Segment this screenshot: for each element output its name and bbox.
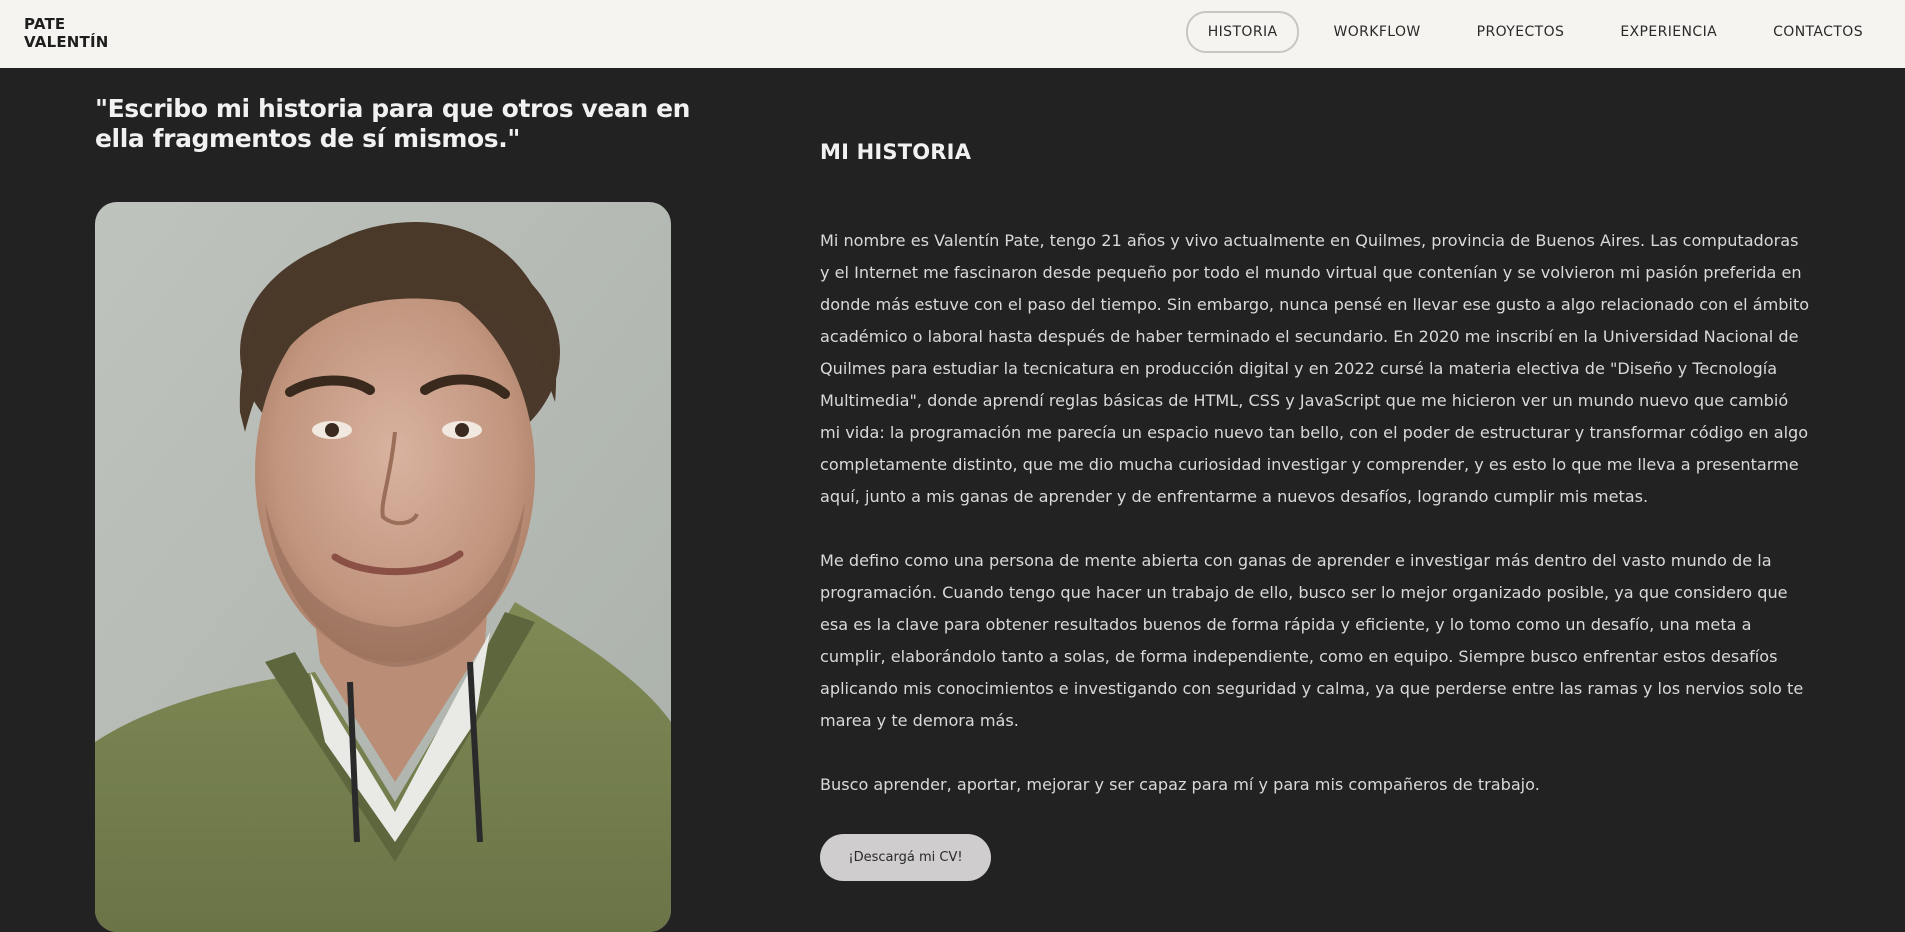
download-cv-button[interactable]: ¡Descargá mi CV! [820,834,991,881]
nav-historia[interactable]: HISTORIA [1185,11,1300,53]
hero-quote: "Escribo mi historia para que otros vean… [95,94,691,153]
nav-workflow[interactable]: WORKFLOW [1311,11,1442,53]
section-title: MI HISTORIA [820,140,972,164]
brand-logo[interactable]: PATE VALENTÍN [24,15,109,51]
nav-contactos[interactable]: CONTACTOS [1751,11,1885,53]
nav-proyectos[interactable]: PROYECTOS [1455,11,1587,53]
brand-line-1: PATE [24,15,66,33]
top-navbar: PATE VALENTÍN HISTORIA WORKFLOW PROYECTO… [0,0,1905,68]
story-paragraph: Busco aprender, aportar, mejorar y ser c… [820,775,1540,794]
story-text: Mi nombre es Valentín Pate, tengo 21 año… [820,225,1810,833]
main-nav: HISTORIA WORKFLOW PROYECTOS EXPERIENCIA … [1185,11,1885,53]
story-paragraph: Mi nombre es Valentín Pate, tengo 21 año… [820,231,1810,506]
brand-line-2: VALENTÍN [24,33,109,51]
profile-photo [95,202,671,932]
nav-experiencia[interactable]: EXPERIENCIA [1598,11,1739,53]
story-paragraph: Me defino como una persona de mente abie… [820,551,1804,730]
